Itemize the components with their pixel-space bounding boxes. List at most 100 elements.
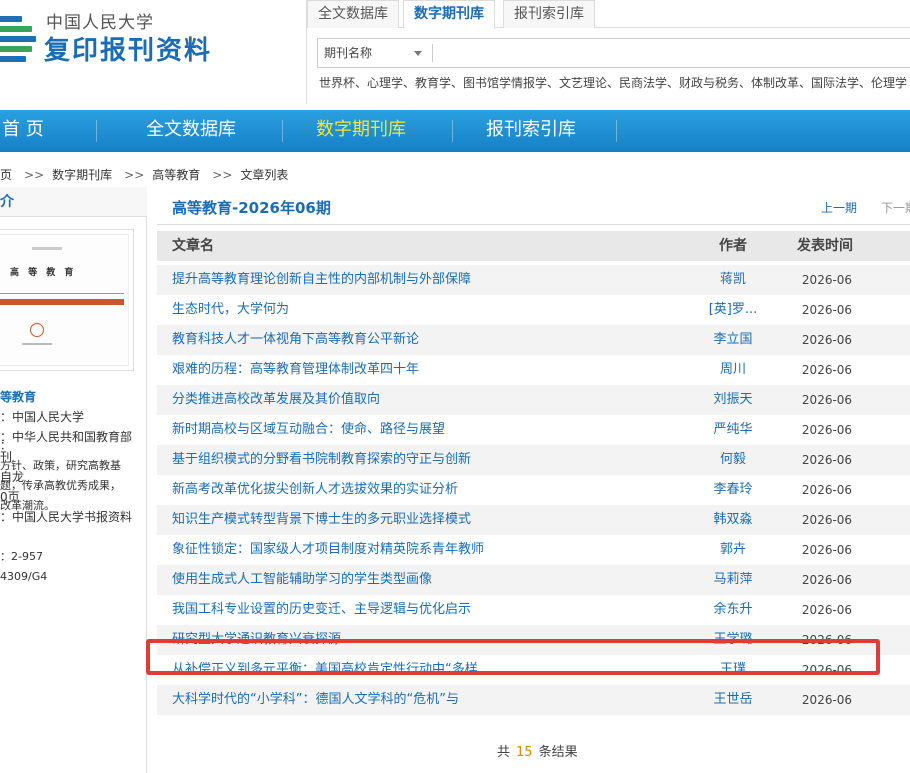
article-date: 2026-06	[801, 393, 853, 407]
article-title-link[interactable]: 提升高等教育理论创新自主性的内部机制与外部保障	[172, 265, 471, 295]
article-date: 2026-06	[801, 693, 853, 707]
prev-issue-link[interactable]: 上一期	[821, 199, 857, 216]
search-divider	[432, 44, 433, 62]
table-row: 大科学时代的“小学科”：德国人文学科的“危机”与 王世岳 2026-06	[157, 685, 910, 715]
article-author-link[interactable]: [英]罗...	[677, 295, 789, 325]
column-author: 作者	[719, 238, 747, 254]
article-author-link[interactable]: 王璞	[677, 655, 789, 685]
column-title: 文章名	[172, 238, 214, 254]
article-author-link[interactable]: 严纯华	[677, 415, 789, 445]
main-nav: 首 页 全文数据库 数字期刊库 报刊索引库	[0, 110, 910, 152]
article-author-link[interactable]: 周川	[677, 355, 789, 385]
article-title-link[interactable]: 新时期高校与区域互动融合：使命、路径与展望	[172, 415, 445, 445]
info-sponsor: ：中国人民大学	[0, 410, 85, 424]
cover-top-line	[32, 247, 62, 250]
tab-digital-journal[interactable]: 数字期刊库	[403, 0, 495, 29]
total-count: 15	[516, 745, 533, 760]
article-author-link[interactable]: 郭卉	[677, 535, 789, 565]
table-row: 艰难的历程：高等教育管理体制改革四十年 周川 2026-06	[157, 355, 910, 385]
result-count: 共 15 条结果	[497, 741, 578, 760]
article-date: 2026-06	[801, 603, 853, 617]
info-blank	[0, 527, 132, 547]
article-date: 2026-06	[801, 453, 853, 467]
article-author-link[interactable]: 李立国	[677, 325, 789, 355]
table-header: 文章名 作者 发表时间	[157, 231, 910, 261]
article-title-link[interactable]: 新高考改革优化拔尖创新人才选拔效果的实证分析	[172, 475, 458, 505]
article-title-link[interactable]: 研究型大学通识教育兴衰探源	[172, 625, 341, 655]
breadcrumb-digital-journal[interactable]: 数字期刊库	[52, 168, 112, 182]
search-input[interactable]: 期刊名称	[317, 38, 910, 68]
cover-page: 高 等 教 育	[0, 234, 129, 366]
next-issue-link[interactable]: 下一期	[881, 199, 910, 216]
table-row: 分类推进高校改革发展及其价值取向 刘振天 2026-06	[157, 385, 910, 415]
desc-line: 改革潮流。	[0, 499, 55, 512]
cover-band	[0, 299, 124, 305]
article-date: 2026-06	[801, 363, 853, 377]
hot-keywords[interactable]: 世界杯、心理学、教育学、图书馆学情报学、文艺理论、民商法学、财政与税务、体制改革…	[319, 74, 907, 91]
tab-fulltext-db[interactable]: 全文数据库	[307, 0, 399, 28]
article-author-link[interactable]: 王世岳	[677, 685, 789, 715]
article-author-link[interactable]: 韩双淼	[677, 505, 789, 535]
table-row: 基于组织模式的分野看书院制教育探索的守正与创新 何毅 2026-06	[157, 445, 910, 475]
article-date: 2026-06	[801, 273, 853, 287]
nav-divider	[282, 120, 283, 142]
cover-bottom-line	[22, 343, 52, 345]
column-date: 发表时间	[797, 238, 853, 254]
table-row: 知识生产模式转型背景下博士生的多元职业选择模式 韩双淼 2026-06	[157, 505, 910, 535]
article-date: 2026-06	[801, 573, 853, 587]
article-title-link[interactable]: 从补偿正义到多元平衡：美国高校肯定性行动中“多样	[172, 655, 478, 685]
table-row: 象征性锁定：国家级人才项目制度对精英院系青年教师 郭卉 2026-06	[157, 535, 910, 565]
article-date: 2026-06	[801, 663, 853, 677]
article-author-link[interactable]: 李春玲	[677, 475, 789, 505]
article-title-link[interactable]: 生态时代，大学何为	[172, 295, 289, 325]
article-author-link[interactable]: 马莉萍	[677, 565, 789, 595]
article-author-link[interactable]: 蒋凯	[677, 265, 789, 295]
nav-index-db[interactable]: 报刊索引库	[486, 110, 576, 152]
total-prefix: 共	[497, 745, 511, 760]
article-author-link[interactable]: 王学璐	[677, 625, 789, 655]
article-title-link[interactable]: 基于组织模式的分野看书院制教育探索的守正与创新	[172, 445, 471, 475]
breadcrumb-current: 文章列表	[240, 168, 289, 182]
article-date: 2026-06	[801, 543, 853, 557]
article-title-link[interactable]: 分类推进高校改革发展及其价值取向	[172, 385, 380, 415]
article-title-link[interactable]: 象征性锁定：国家级人才项目制度对精英院系青年教师	[172, 535, 484, 565]
search-field-select[interactable]: 期刊名称	[324, 39, 424, 67]
article-title-link[interactable]: 使用生成式人工智能辅助学习的学生类型画像	[172, 565, 432, 595]
nav-divider	[452, 120, 453, 142]
article-title-link[interactable]: 艰难的历程：高等教育管理体制改革四十年	[172, 355, 419, 385]
table-row: 提升高等教育理论创新自主性的内部机制与外部保障 蒋凯 2026-06	[157, 265, 910, 295]
nav-fulltext-db[interactable]: 全文数据库	[146, 110, 236, 152]
journal-cover-image[interactable]: 高 等 教 育	[0, 229, 134, 371]
article-date: 2026-06	[801, 483, 853, 497]
journal-name[interactable]: 等教育	[0, 387, 132, 407]
nav-divider	[616, 120, 617, 142]
table-row: 使用生成式人工智能辅助学习的学生类型画像 马莉萍 2026-06	[157, 565, 910, 595]
article-date: 2026-06	[801, 333, 853, 347]
table-row: 从补偿正义到多元平衡：美国高校肯定性行动中“多样 王璞 2026-06	[157, 655, 910, 685]
breadcrumb-sep: >>	[124, 168, 145, 182]
desc-label: ：	[0, 439, 11, 452]
table-row: 教育科技人才一体视角下高等教育公平新论 李立国 2026-06	[157, 325, 910, 355]
search-tabs: 全文数据库 数字期刊库 报刊索引库	[307, 0, 910, 29]
info-postal-code: ：2-957	[0, 550, 43, 563]
chevron-down-icon[interactable]	[414, 51, 422, 56]
tab-index-db[interactable]: 报刊索引库	[503, 0, 595, 28]
article-title-link[interactable]: 教育科技人才一体视角下高等教育公平新论	[172, 325, 419, 355]
article-title-link[interactable]: 大科学时代的“小学科”：德国人文学科的“危机”与	[172, 685, 459, 715]
table-row: 新高考改革优化拔尖创新人才选拔效果的实证分析 李春玲 2026-06	[157, 475, 910, 505]
article-list-panel: 高等教育-2026年06期 上一期 下一期 文章名 作者 发表时间 提升高等教育…	[146, 187, 910, 773]
journal-description: ： 方针、政策，研究高教基 题，传承高教优秀成果， 改革潮流。	[0, 436, 121, 516]
breadcrumb-journal[interactable]: 高等教育	[152, 168, 200, 182]
nav-digital-journal[interactable]: 数字期刊库	[316, 110, 406, 152]
breadcrumb-sep: >>	[24, 168, 45, 182]
article-author-link[interactable]: 何毅	[677, 445, 789, 475]
site-logo[interactable]: 中国人民大学 复印报刊资料	[0, 6, 300, 66]
breadcrumb: 页 >> 数字期刊库 >> 高等教育 >> 文章列表	[0, 166, 292, 183]
nav-home[interactable]: 首 页	[2, 110, 44, 152]
article-author-link[interactable]: 余东升	[677, 595, 789, 625]
article-title-link[interactable]: 我国工科专业设置的历史变迁、主导逻辑与优化启示	[172, 595, 471, 625]
issue-title: 高等教育-2026年06期	[172, 199, 331, 217]
breadcrumb-home[interactable]: 页	[0, 168, 12, 182]
article-title-link[interactable]: 知识生产模式转型背景下博士生的多元职业选择模式	[172, 505, 471, 535]
article-author-link[interactable]: 刘振天	[677, 385, 789, 415]
